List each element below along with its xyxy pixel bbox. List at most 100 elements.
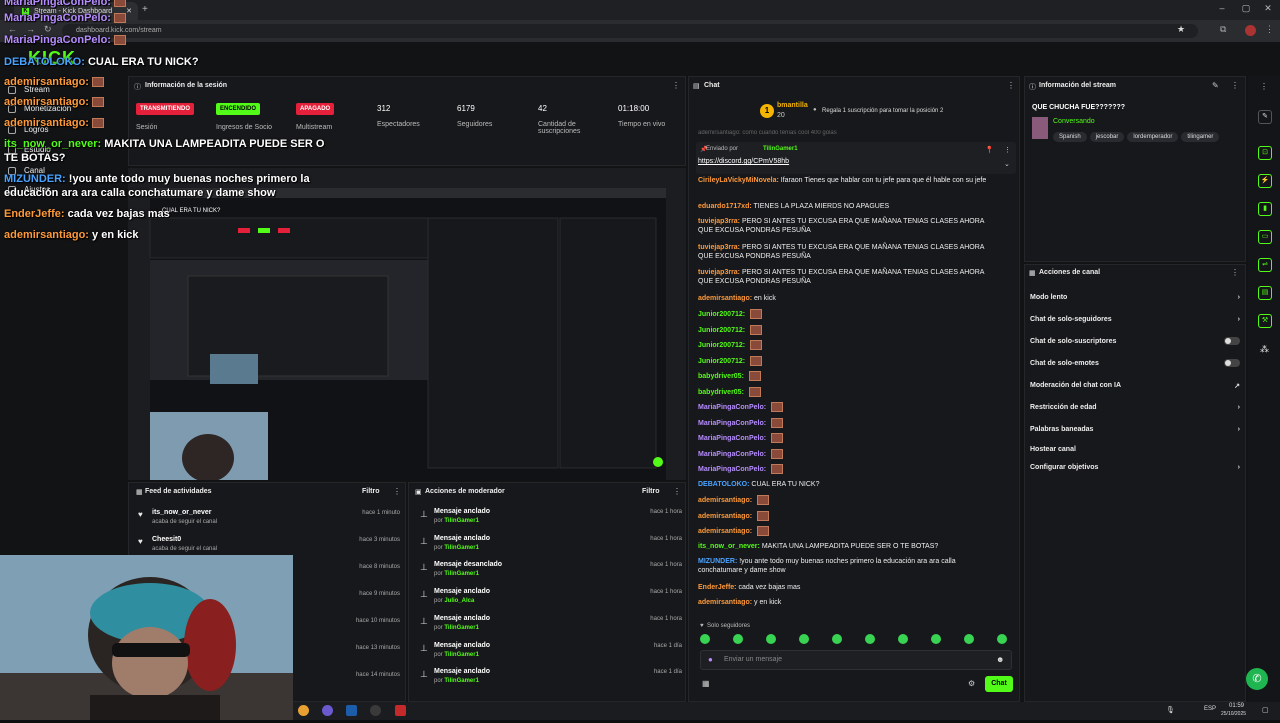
rail-menu-icon[interactable]: ⋮ (1260, 82, 1268, 91)
chat-username[interactable]: ademirsantiago: (698, 599, 752, 606)
chat-username[interactable]: EnderJeffe: (698, 584, 737, 591)
language-indicator[interactable]: ESP (1204, 706, 1216, 712)
chat-menu-icon[interactable]: ⋮ (1007, 81, 1015, 90)
chat-username[interactable]: babydriver05: (698, 388, 744, 395)
close-window-icon[interactable]: ✕ (1258, 3, 1278, 14)
edit-pencil-icon[interactable]: ✎ (1212, 81, 1219, 90)
quick-emote-icon[interactable] (865, 634, 875, 644)
chat-username[interactable]: Junior200712: (698, 326, 745, 333)
unpin-icon[interactable]: 📍 (985, 146, 994, 154)
quick-emote-icon[interactable] (964, 634, 974, 644)
mod-filter-button[interactable]: Filtro (642, 488, 660, 495)
clock-date[interactable]: 25/10/2025 (1221, 711, 1246, 717)
quick-emote-icon[interactable] (733, 634, 743, 644)
chat-message[interactable]: MariaPingaConPelo: (698, 433, 990, 443)
mod-action-by-user[interactable]: TilinGamer1 (444, 625, 479, 631)
extensions-icon[interactable]: ⧉ (1220, 24, 1226, 35)
chat-username[interactable]: MariaPingaConPelo: (698, 435, 766, 442)
mod-action-item[interactable]: ⊥ Mensaje anclado por TilinGamer1 hace 1 ho… (418, 613, 682, 639)
stream-info-menu-icon[interactable]: ⋮ (1231, 81, 1239, 90)
chat-message[interactable]: EnderJeffe: cada vez bajas mas (698, 583, 990, 592)
notifications-icon[interactable]: ▢ (1262, 706, 1269, 714)
chat-settings-icon[interactable]: ⚙ (968, 679, 975, 688)
channel-action-item[interactable]: Configurar objetivos › (1030, 464, 1240, 471)
chat-message[interactable]: eduardo1717xd: TIENES LA PLAZA MIERDS NO… (698, 202, 990, 211)
rail-wrench-icon[interactable]: ⚒ (1258, 314, 1272, 328)
feed-filter-button[interactable]: Filtro (362, 488, 380, 495)
channel-action-item[interactable]: Chat de solo-emotes (1030, 359, 1240, 367)
toggle-switch[interactable] (1224, 359, 1240, 367)
chat-message[interactable]: ademirsantiago: (698, 526, 990, 536)
chat-message[interactable]: its_now_or_never: MAKITA UNA LAMPEADITA … (698, 542, 990, 551)
chat-message[interactable]: DEBATOLOKO: CUAL ERA TU NICK? (698, 480, 990, 489)
mod-action-item[interactable]: ⊥ Mensaje anclado por TilinGamer1 hace 1 ho… (418, 506, 682, 532)
channel-action-item[interactable]: Palabras baneadas › (1030, 426, 1240, 433)
mod-action-by-user[interactable]: TilinGamer1 (444, 518, 479, 524)
mod-action-by-user[interactable]: Julio_Alca (444, 598, 474, 604)
chat-message[interactable]: MIZUNDER: !you ante todo muy buenas noch… (698, 557, 990, 575)
chat-username[interactable]: tuviejap3rra: (698, 269, 740, 276)
channel-action-item[interactable]: Restricción de edad › (1030, 404, 1240, 411)
channel-action-item[interactable]: Chat de solo-suscriptores (1030, 337, 1240, 345)
chat-message[interactable]: Junior200712: (698, 324, 990, 335)
mod-action-item[interactable]: ⊥ Mensaje anclado por TilinGamer1 hace 1 ho… (418, 533, 682, 559)
mic-tray-icon[interactable]: 🎙 (1166, 706, 1175, 714)
chat-username[interactable]: tuviejap3rra: (698, 218, 740, 225)
chat-username[interactable]: MariaPingaConPelo: (698, 466, 766, 473)
mod-action-by-user[interactable]: TilinGamer1 (444, 678, 479, 684)
chat-message[interactable]: ademirsantiago: en kick (698, 294, 990, 303)
channel-action-item[interactable]: Chat de solo-seguidores › (1030, 316, 1240, 323)
rail-link-icon[interactable]: ⇌ (1258, 258, 1272, 272)
stream-tag[interactable]: lordemperador (1127, 132, 1179, 142)
rail-chat-icon[interactable]: ▭ (1258, 230, 1272, 244)
pinned-link[interactable]: https://discord.gg/CPmV58hb (698, 158, 789, 165)
chat-username[interactable]: babydriver05: (698, 373, 744, 380)
rail-nodes-icon[interactable]: ⁂ (1260, 344, 1269, 355)
mod-action-item[interactable]: ⊥ Mensaje anclado por Julio_Alca hace 1 hor… (418, 586, 682, 612)
toggle-switch[interactable] (1224, 337, 1240, 345)
quick-emote-icon[interactable] (832, 634, 842, 644)
chat-username[interactable]: ademirsantiago: (698, 295, 752, 302)
send-chat-button[interactable]: Chat (985, 676, 1013, 692)
mod-menu-icon[interactable]: ⋮ (673, 487, 681, 496)
feed-menu-icon[interactable]: ⋮ (393, 487, 401, 496)
stream-tag[interactable]: jescobar (1089, 132, 1125, 142)
quick-emote-icon[interactable] (799, 634, 809, 644)
rail-doc-icon[interactable]: ▮ (1258, 202, 1272, 216)
chat-username[interactable]: its_now_or_never: (698, 543, 760, 550)
quick-emote-icon[interactable] (700, 634, 710, 644)
steam-taskbar-icon[interactable] (346, 705, 357, 716)
chat-message[interactable]: MariaPingaConPelo: (698, 464, 990, 474)
profile-avatar[interactable] (1245, 25, 1256, 36)
chat-username[interactable]: Junior200712: (698, 357, 745, 364)
chrome-taskbar-icon[interactable] (298, 705, 309, 716)
top-gifter-name[interactable]: bmantilla (777, 102, 808, 109)
stream-tag[interactable]: Spanish (1053, 132, 1087, 142)
chat-message[interactable]: MariaPingaConPelo: (698, 417, 990, 428)
chat-message[interactable]: ademirsantiago: (698, 495, 990, 505)
feed-item[interactable]: ♥ its_now_or_never acaba de seguir el cana… (138, 506, 400, 532)
mod-action-by-user[interactable]: TilinGamer1 (444, 545, 479, 551)
app-taskbar-icon[interactable] (370, 705, 381, 716)
chat-username[interactable]: Junior200712: (698, 311, 745, 318)
chat-username[interactable]: ademirsantiago: (698, 528, 752, 535)
channel-action-item[interactable]: Moderación del chat con IA ↗ (1030, 382, 1240, 390)
chat-message[interactable]: MariaPingaConPelo: (698, 402, 990, 412)
mod-action-item[interactable]: ⊥ Mensaje anclado por TilinGamer1 hace 1 dí… (418, 640, 682, 666)
pinned-menu-icon[interactable]: ⋮ (1004, 146, 1011, 154)
quick-emote-icon[interactable] (931, 634, 941, 644)
chat-message[interactable]: babydriver05: (698, 386, 990, 397)
channel-action-item[interactable]: Hostear canal (1030, 446, 1240, 453)
pinned-by[interactable]: TilinGamer1 (763, 146, 798, 152)
rail-edit-icon[interactable]: ✎ (1258, 110, 1272, 124)
mod-action-by-user[interactable]: TilinGamer1 (444, 652, 479, 658)
chat-username[interactable]: tuviejap3rra: (698, 244, 740, 251)
chat-message[interactable]: babydriver05: (698, 371, 990, 381)
chat-message[interactable]: tuviejap3rra: PERO SI ANTES TU EXCUSA ER… (698, 217, 990, 235)
app2-taskbar-icon[interactable] (395, 705, 406, 716)
chat-message[interactable]: CirileyLaVickyMiNovela: Ifaraon Tienes q… (698, 176, 990, 185)
chat-username[interactable]: Junior200712: (698, 342, 745, 349)
chat-username[interactable]: MariaPingaConPelo: (698, 419, 766, 426)
session-menu-icon[interactable]: ⋮ (672, 81, 680, 90)
chat-gift-icon[interactable]: ▦ (702, 679, 710, 688)
